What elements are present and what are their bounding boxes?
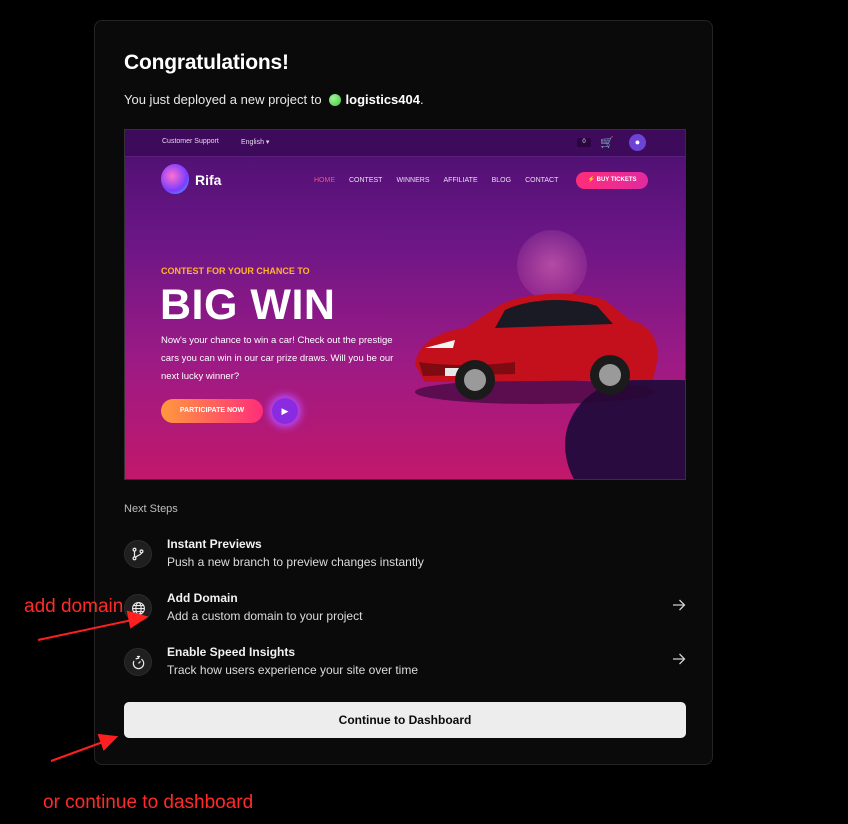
annotation-arrow-domain	[37, 619, 133, 641]
annotation-arrowhead-continue	[97, 733, 119, 751]
annotation-arrow-continue	[50, 741, 104, 762]
annotation-arrows	[37, 610, 149, 762]
annotation-arrowhead-domain	[126, 610, 149, 629]
